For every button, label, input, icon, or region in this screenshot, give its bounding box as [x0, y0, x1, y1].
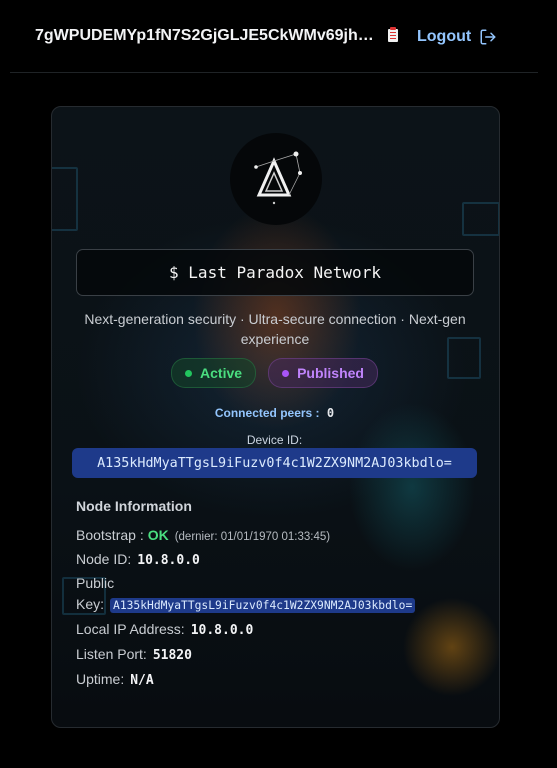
public-key-row: Key: A135kHdMyaTTgsL9iFuzv0f4c1W2ZX9NM2AJ…	[76, 596, 416, 613]
uptime-label: Uptime:	[76, 671, 125, 687]
connected-peers-value: 0	[326, 406, 335, 420]
active-badge-label: Active	[200, 365, 243, 381]
bootstrap-detail: (dernier: 01/01/1970 01:33:45)	[174, 531, 331, 543]
listen-port-row: Listen Port: 51820	[76, 646, 192, 663]
uptime-value: N/A	[130, 673, 154, 688]
node-card: $ Last Paradox Network Next-generation s…	[51, 106, 500, 728]
public-key-value[interactable]: A135kHdMyaTTgsL9iFuzv0f4c1W2ZX9NM2AJ03kb…	[110, 598, 416, 613]
network-name-terminal: $ Last Paradox Network	[76, 249, 474, 296]
published-badge: Published	[268, 358, 378, 388]
status-dot-icon	[282, 369, 290, 377]
listen-port-label: Listen Port:	[76, 646, 147, 662]
local-ip-row: Local IP Address: 10.8.0.0	[76, 621, 253, 638]
node-id-row: Node ID: 10.8.0.0	[76, 551, 200, 568]
node-id-value: 10.8.0.0	[137, 553, 200, 568]
listen-port-value: 51820	[152, 648, 192, 663]
device-id-label: Device ID:	[246, 433, 303, 447]
public-key-label: Public	[76, 575, 115, 591]
node-information-title: Node Information	[76, 498, 192, 514]
connected-peers: Connected peers : 0	[52, 406, 497, 420]
background-decoration	[52, 167, 78, 231]
bootstrap-label: Bootstrap :	[76, 527, 144, 543]
device-id-value[interactable]: A135kHdMyaTTgsL9iFuzv0f4c1W2ZX9NM2AJ03kb…	[72, 448, 477, 478]
logout-label: Logout	[417, 28, 472, 45]
clipboard-icon[interactable]	[388, 27, 398, 42]
status-dot-icon	[185, 369, 193, 377]
active-badge: Active	[171, 358, 257, 388]
local-ip-value: 10.8.0.0	[190, 623, 254, 638]
network-logo	[230, 133, 322, 225]
triangle-network-logo	[254, 151, 302, 205]
uptime-row: Uptime: N/A	[76, 671, 154, 688]
bootstrap-status: OK	[147, 527, 169, 543]
logout-button[interactable]: Logout	[417, 26, 497, 48]
node-id-label: Node ID:	[76, 551, 132, 567]
logout-arrow-icon	[480, 29, 496, 45]
tagline: Next-generation security · Ultra-secure …	[84, 311, 466, 347]
published-badge-label: Published	[297, 365, 364, 381]
public-key-label-line: Public	[76, 575, 114, 591]
local-ip-label: Local IP Address:	[76, 621, 185, 637]
status-badges: Active Published	[52, 358, 497, 388]
user-id-text: 7gWPUDEMYp1fN7S2GjGLJE5CkWMv69jhi...	[35, 27, 375, 44]
public-key-label-cont: Key:	[76, 596, 105, 612]
connected-peers-label: Connected peers :	[214, 406, 320, 420]
bootstrap-row: Bootstrap : OK (dernier: 01/01/1970 01:33:…	[76, 527, 330, 543]
top-bar: 7gWPUDEMYp1fN7S2GjGLJE5CkWMv69jhi... Log…	[10, 0, 538, 73]
background-decoration	[462, 202, 499, 236]
